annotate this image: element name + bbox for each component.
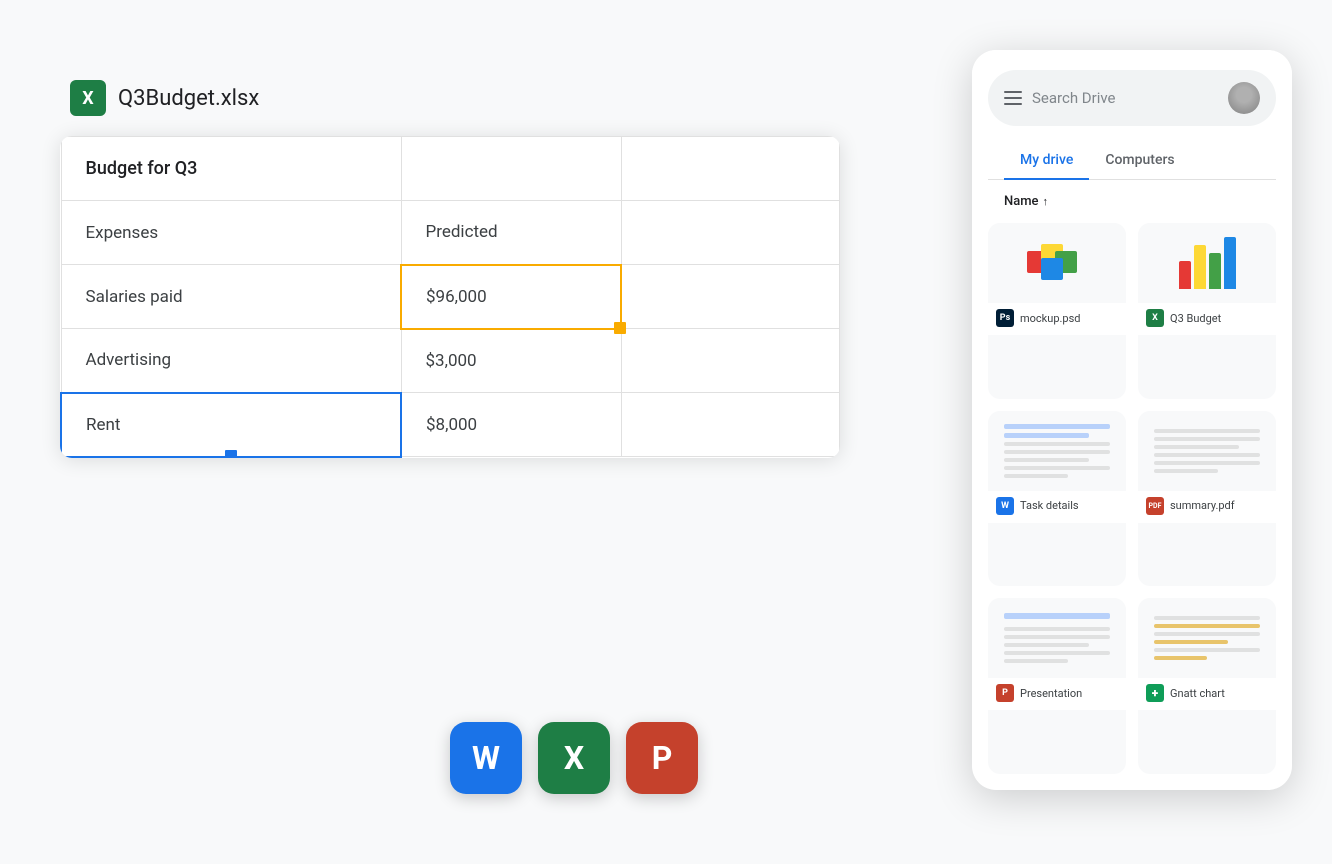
drive-item-footer-q3budget: X Q3 Budget (1138, 303, 1276, 335)
drive-item-preview-summarypdf (1138, 411, 1276, 491)
hamburger-icon[interactable] (1004, 91, 1022, 105)
advertising-col3 (621, 329, 840, 393)
drive-item-preview-presentation (988, 598, 1126, 678)
drive-item-q3budget[interactable]: X Q3 Budget (1138, 223, 1276, 399)
drive-item-gnattchart[interactable]: + Gnatt chart (1138, 598, 1276, 774)
drive-item-presentation[interactable]: P Presentation (988, 598, 1126, 774)
table-header-row: Budget for Q3 (61, 137, 840, 201)
badge-ps: Ps (996, 309, 1014, 327)
file-header: X Q3Budget.xlsx (60, 80, 840, 116)
drive-item-footer-taskdetails: W Task details (988, 491, 1126, 523)
drive-panel: Search Drive My drive Computers Name ↑ (972, 50, 1292, 790)
salaries-label: Salaries paid (61, 265, 401, 329)
app-icons-row: W X P (450, 722, 698, 794)
drive-item-summarypdf[interactable]: PDF summary.pdf (1138, 411, 1276, 587)
drive-item-preview-taskdetails (988, 411, 1126, 491)
drive-header: Search Drive My drive Computers Name ↑ (972, 50, 1292, 215)
avatar[interactable] (1228, 82, 1260, 114)
search-bar[interactable]: Search Drive (988, 70, 1276, 126)
psd-preview-icon (1027, 236, 1087, 291)
doc-lines-presentation (996, 607, 1118, 669)
search-placeholder[interactable]: Search Drive (1032, 89, 1218, 107)
drive-item-taskdetails[interactable]: W Task details (988, 411, 1126, 587)
spreadsheet-panel: X Q3Budget.xlsx Budget for Q3 Expenses P… (60, 80, 840, 458)
rent-value[interactable]: $8,000 (401, 393, 621, 457)
word-app-icon[interactable]: W (450, 722, 522, 794)
doc-lines-summarypdf (1146, 423, 1268, 479)
blue-fill-handle[interactable] (225, 450, 237, 458)
table-row-advertising[interactable]: Advertising $3,000 (61, 329, 840, 393)
rent-label[interactable]: Rent (61, 393, 401, 457)
drive-item-mockup[interactable]: Ps mockup.psd (988, 223, 1126, 399)
drive-grid: Ps mockup.psd X Q3 Budget (972, 215, 1292, 790)
doc-lines-taskdetails (996, 418, 1118, 484)
table-row-rent[interactable]: Rent $8,000 (61, 393, 840, 457)
item-name-presentation: Presentation (1020, 687, 1082, 700)
predicted-label: Predicted (401, 201, 621, 265)
badge-sheets: + (1146, 684, 1164, 702)
drive-item-preview-q3budget (1138, 223, 1276, 303)
badge-p: P (996, 684, 1014, 702)
subheader-col3 (621, 201, 840, 265)
tab-my-drive[interactable]: My drive (1004, 142, 1089, 180)
drive-item-footer-mockup: Ps mockup.psd (988, 303, 1126, 335)
badge-w: W (996, 497, 1014, 515)
salaries-value[interactable]: $96,000 (401, 265, 621, 329)
drive-tabs: My drive Computers (988, 142, 1276, 180)
subheader-row: Expenses Predicted (61, 201, 840, 265)
header-col3 (621, 137, 840, 201)
tab-computers[interactable]: Computers (1089, 142, 1190, 180)
drive-item-footer-summarypdf: PDF summary.pdf (1138, 491, 1276, 523)
powerpoint-app-icon[interactable]: P (626, 722, 698, 794)
item-name-taskdetails: Task details (1020, 499, 1079, 512)
excel-icon: X (70, 80, 106, 116)
drive-item-footer-gnattchart: + Gnatt chart (1138, 678, 1276, 710)
expenses-label: Expenses (61, 201, 401, 265)
drive-item-preview-mockup (988, 223, 1126, 303)
mini-chart (1179, 237, 1236, 289)
doc-lines-gnattchart (1146, 610, 1268, 666)
item-name-gnattchart: Gnatt chart (1170, 687, 1225, 700)
drive-item-preview-gnattchart (1138, 598, 1276, 678)
salaries-col3 (621, 265, 840, 329)
item-name-mockup: mockup.psd (1020, 312, 1080, 325)
item-name-q3budget: Q3 Budget (1170, 312, 1221, 325)
drive-item-footer-presentation: P Presentation (988, 678, 1126, 710)
drive-name-header: Name ↑ (988, 184, 1276, 215)
budget-header: Budget for Q3 (61, 137, 401, 201)
advertising-value[interactable]: $3,000 (401, 329, 621, 393)
sort-arrow[interactable]: ↑ (1043, 195, 1049, 208)
excel-app-icon[interactable]: X (538, 722, 610, 794)
header-col2 (401, 137, 621, 201)
file-name: Q3Budget.xlsx (118, 86, 259, 111)
advertising-label: Advertising (61, 329, 401, 393)
rent-col3 (621, 393, 840, 457)
badge-pdf: PDF (1146, 497, 1164, 515)
item-name-summarypdf: summary.pdf (1170, 499, 1235, 512)
table-row-salaries[interactable]: Salaries paid $96,000 (61, 265, 840, 329)
spreadsheet-table-wrapper: Budget for Q3 Expenses Predicted Salarie… (60, 136, 840, 458)
badge-xl: X (1146, 309, 1164, 327)
spreadsheet-table: Budget for Q3 Expenses Predicted Salarie… (60, 136, 840, 458)
